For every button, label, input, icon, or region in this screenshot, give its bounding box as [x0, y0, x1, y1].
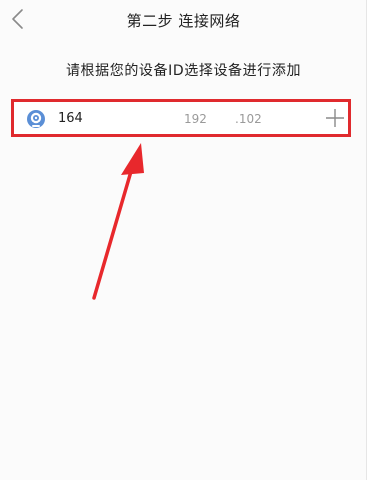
camera-icon — [26, 109, 46, 129]
plus-icon — [326, 109, 344, 127]
add-device-button[interactable] — [325, 108, 345, 128]
instruction-text: 请根据您的设备ID选择设备进行添加 — [65, 63, 302, 79]
add-device-screen: 第二步 连接网络 请根据您的设备ID选择设备进行添加 164 192 .102 — [0, 0, 367, 480]
device-ip-suffix: .102 — [235, 112, 262, 126]
nav-bar: 第二步 连接网络 — [0, 0, 367, 42]
device-id: 164 — [58, 111, 83, 126]
device-ip-prefix: 192 — [184, 112, 207, 126]
page-title: 第二步 连接网络 — [126, 12, 241, 30]
device-list-item[interactable]: 164 192 .102 — [11, 99, 351, 137]
